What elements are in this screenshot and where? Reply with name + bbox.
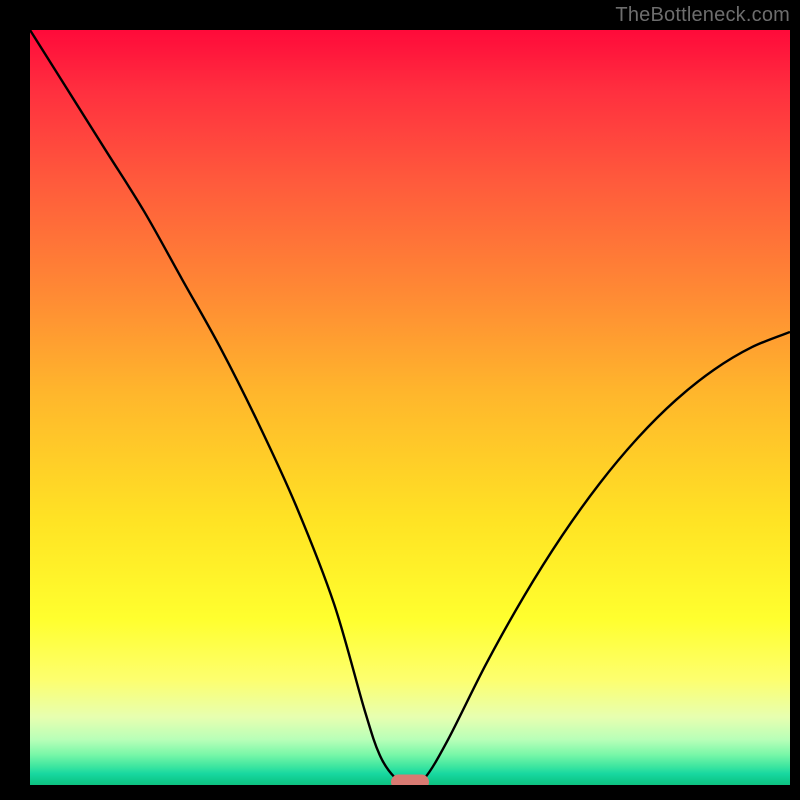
chart-frame: TheBottleneck.com [0,0,800,800]
bottleneck-curve [30,30,790,785]
plot-area [30,30,790,785]
curve-path [30,30,790,785]
optimal-point-marker [391,775,429,786]
watermark-text: TheBottleneck.com [615,4,790,27]
